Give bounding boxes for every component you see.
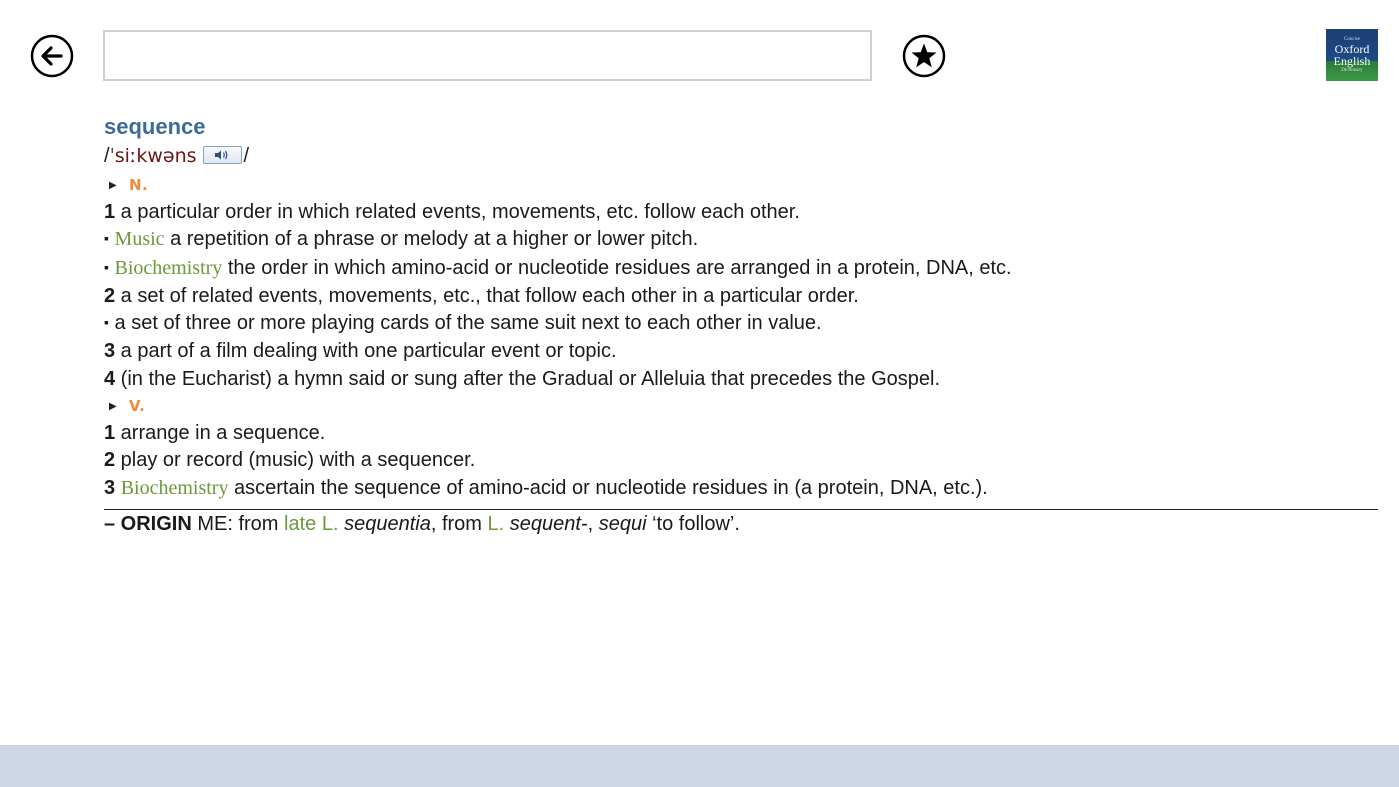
part-of-speech-verb: V. [129, 396, 146, 415]
favorite-button[interactable] [902, 34, 946, 78]
noun-sense-3: 3 a part of a film dealing with one part… [104, 338, 1378, 365]
noun-sense-2: 2 a set of related events, movements, et… [104, 283, 1378, 310]
sense-number: 1 [104, 422, 116, 445]
back-arrow-circle-icon [30, 34, 74, 78]
origin-text: ME: from [191, 512, 285, 535]
sense-text: a set of three or more playing cards of … [108, 312, 822, 335]
sense-number: 3 [104, 476, 116, 499]
verb-sense-3: 3 Biochemistry ascertain the sequence of… [104, 475, 1378, 502]
noun-sense-4: 4 (in the Eucharist) a hymn said or sung… [104, 366, 1378, 393]
origin-text: , [587, 512, 599, 535]
sense-number: 3 [104, 340, 116, 363]
sense-text: ascertain the sequence of amino-acid or … [228, 476, 988, 499]
sense-text: a repetition of a phrase or melody at a … [164, 228, 699, 251]
speaker-icon [215, 150, 228, 160]
logo-line-4: Dictionary [1341, 68, 1363, 73]
pronunciation-row: / ˈsiːkwəns / [104, 142, 1378, 172]
verb-sense-2: 2 play or record (music) with a sequence… [104, 447, 1378, 474]
noun-subsense-cards: ▪ a set of three or more playing cards o… [104, 310, 1378, 338]
dictionary-app: Concise Oxford English Dictionary sequen… [0, 0, 1399, 787]
verb-sense-1: 1 arrange in a sequence. [104, 420, 1378, 447]
pronunciation: ˈsiːkwəns [109, 145, 197, 168]
verb-heading[interactable]: ▶ V. [104, 393, 1378, 420]
sense-text: a set of related events, movements, etc.… [115, 284, 859, 307]
bullet: ▪ [104, 314, 109, 331]
expand-arrow-icon: ▶ [109, 400, 117, 412]
search-input[interactable] [103, 30, 872, 81]
dictionary-logo: Concise Oxford English Dictionary [1326, 29, 1378, 81]
star-circle-icon [902, 34, 946, 78]
back-button[interactable] [30, 34, 74, 78]
bullet: ▪ [104, 258, 109, 275]
sense-number: 1 [104, 201, 116, 223]
play-pronunciation-button[interactable] [202, 146, 242, 164]
headword: sequence [104, 114, 206, 139]
origin-label: – ORIGIN [104, 512, 192, 535]
noun-subsense-biochemistry: ▪ Biochemistry the order in which amino-… [104, 255, 1378, 283]
domain-label: Music [114, 228, 165, 251]
sense-text: a particular order in which related even… [115, 201, 800, 223]
noun-sense-1: 1 a particular order in which related ev… [104, 199, 1378, 226]
bullet: ▪ [104, 230, 109, 247]
sense-number: 4 [104, 367, 116, 390]
sense-text: (in the Eucharist) a hymn said or sung a… [115, 367, 941, 390]
logo-line-3: English [1333, 54, 1371, 68]
bottom-app-bar[interactable] [0, 745, 1399, 787]
pron-close-slash: / [243, 145, 250, 168]
origin-etymon: sequi [598, 512, 647, 535]
expand-arrow-icon: ▶ [109, 179, 117, 191]
sense-text: play or record (music) with a sequencer. [115, 449, 476, 472]
domain-label: Biochemistry [120, 476, 229, 499]
sense-number: 2 [104, 284, 116, 307]
origin-etymon: sequentia [344, 512, 431, 535]
domain-label: Biochemistry [114, 256, 223, 279]
dictionary-entry: sequence / ˈsiːkwəns / ▶ N. 1 a particul… [104, 112, 1378, 538]
origin-text: , from [430, 512, 488, 535]
noun-heading[interactable]: ▶ N. [104, 172, 1378, 199]
origin-divider [104, 508, 1378, 510]
origin-line: – ORIGIN ME: from late L. sequentia, fro… [104, 511, 1378, 538]
part-of-speech-noun: N. [129, 175, 149, 194]
sense-text: the order in which amino-acid or nucleot… [222, 256, 1012, 279]
sense-text: arrange in a sequence. [115, 422, 326, 445]
origin-etymon: sequent- [509, 512, 588, 535]
origin-language[interactable]: late L. [284, 513, 338, 535]
origin-language[interactable]: L. [488, 513, 505, 535]
noun-subsense-music: ▪ Music a repetition of a phrase or melo… [104, 226, 1378, 254]
sense-number: 2 [104, 449, 116, 472]
sense-text: a part of a film dealing with one partic… [115, 340, 617, 363]
origin-text: ‘to follow’. [646, 512, 740, 535]
